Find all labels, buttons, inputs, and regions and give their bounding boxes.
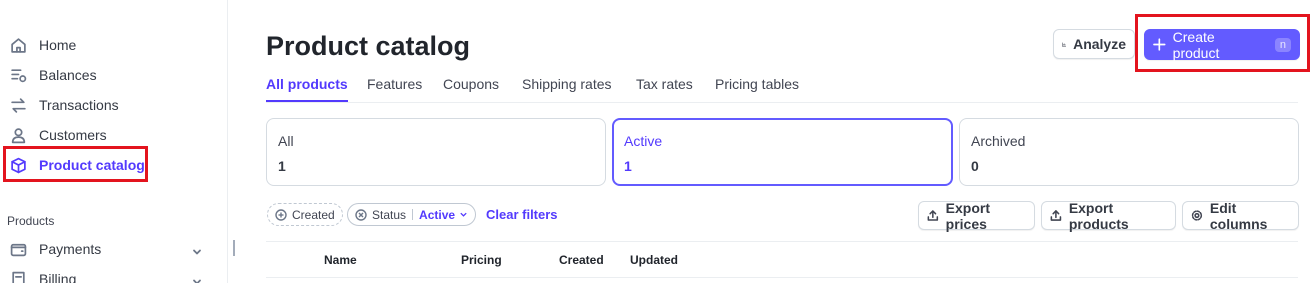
created-filter-chip[interactable]: Created — [267, 203, 343, 226]
sidebar-item-customers[interactable]: Customers — [9, 122, 107, 148]
sidebar-item-label: Balances — [39, 67, 97, 83]
created-filter-label: Created — [292, 207, 335, 222]
column-header-pricing[interactable]: Pricing — [461, 253, 502, 267]
tab-pricing-tables[interactable]: Pricing tables — [715, 76, 799, 100]
export-icon — [1050, 210, 1062, 221]
sidebar: Home Balances Transactions Customers Pro… — [0, 0, 228, 283]
export-prices-label: Export prices — [945, 199, 991, 232]
export-prices-button[interactable]: Export prices — [918, 199, 1035, 232]
table-header: Name Pricing Created Updated — [266, 241, 1298, 278]
chart-icon — [1062, 42, 1067, 46]
edit-columns-button[interactable]: Edit columns — [1182, 199, 1299, 232]
status-card-count: 0 — [971, 158, 979, 174]
export-products-button[interactable]: Export products — [1041, 199, 1176, 232]
home-icon — [9, 36, 27, 54]
customers-icon — [9, 126, 27, 144]
tab-features[interactable]: Features — [367, 76, 422, 100]
sidebar-item-label: Transactions — [39, 97, 119, 113]
wallet-icon — [9, 240, 27, 258]
status-card-all[interactable]: All 1 — [266, 118, 606, 186]
billing-icon — [9, 270, 27, 283]
sidebar-resize-handle[interactable] — [233, 240, 235, 256]
highlight-box — [1135, 14, 1310, 72]
tab-tax-rates[interactable]: Tax rates — [636, 76, 693, 100]
status-filter-label: Status — [372, 207, 407, 222]
gear-icon — [1191, 210, 1203, 221]
sidebar-item-label: Billing — [39, 271, 77, 283]
export-products-label: Export products — [1068, 199, 1129, 232]
chevron-down-icon[interactable] — [192, 274, 202, 283]
analyze-button[interactable]: Analyze — [1053, 29, 1135, 59]
divider — [412, 209, 414, 220]
tab-bar: All products Features Coupons Shipping r… — [266, 74, 1298, 103]
status-filter-value: Active — [419, 207, 456, 222]
chevron-down-icon — [460, 212, 467, 217]
edit-columns-label: Edit columns — [1209, 199, 1268, 232]
sidebar-section-label: Products — [7, 214, 55, 228]
sidebar-item-payments[interactable]: Payments — [9, 236, 227, 262]
status-card-label: Active — [624, 133, 663, 149]
plus-circle-icon — [275, 208, 287, 221]
sidebar-item-label: Customers — [39, 127, 107, 143]
clear-filters-link[interactable]: Clear filters — [486, 207, 558, 222]
remove-circle-icon[interactable] — [355, 208, 367, 221]
analyze-button-label: Analyze — [1073, 36, 1126, 52]
transactions-icon — [9, 96, 27, 114]
sidebar-item-billing[interactable]: Billing — [9, 266, 227, 283]
export-icon — [927, 210, 939, 221]
status-card-label: All — [278, 133, 294, 149]
sidebar-item-balances[interactable]: Balances — [9, 62, 97, 88]
column-header-created[interactable]: Created — [559, 253, 604, 267]
sidebar-item-transactions[interactable]: Transactions — [9, 92, 119, 118]
status-card-label: Archived — [971, 133, 1026, 149]
status-card-active[interactable]: Active 1 — [612, 118, 953, 186]
sidebar-item-home[interactable]: Home — [9, 32, 76, 58]
status-filter-chip[interactable]: Status Active — [347, 203, 477, 226]
tab-shipping-rates[interactable]: Shipping rates — [522, 76, 612, 100]
page-title: Product catalog — [266, 31, 471, 61]
chevron-down-icon[interactable] — [192, 244, 202, 255]
column-header-updated[interactable]: Updated — [630, 253, 678, 267]
balances-icon — [9, 66, 27, 84]
status-card-archived[interactable]: Archived 0 — [959, 118, 1299, 186]
status-card-count: 1 — [278, 158, 286, 174]
status-card-count: 1 — [624, 158, 632, 174]
sidebar-item-label: Home — [39, 37, 77, 53]
column-header-name[interactable]: Name — [324, 253, 357, 267]
tab-coupons[interactable]: Coupons — [443, 76, 499, 100]
sidebar-item-label: Payments — [39, 241, 102, 257]
tab-all-products[interactable]: All products — [266, 76, 348, 102]
highlight-box — [3, 146, 148, 182]
